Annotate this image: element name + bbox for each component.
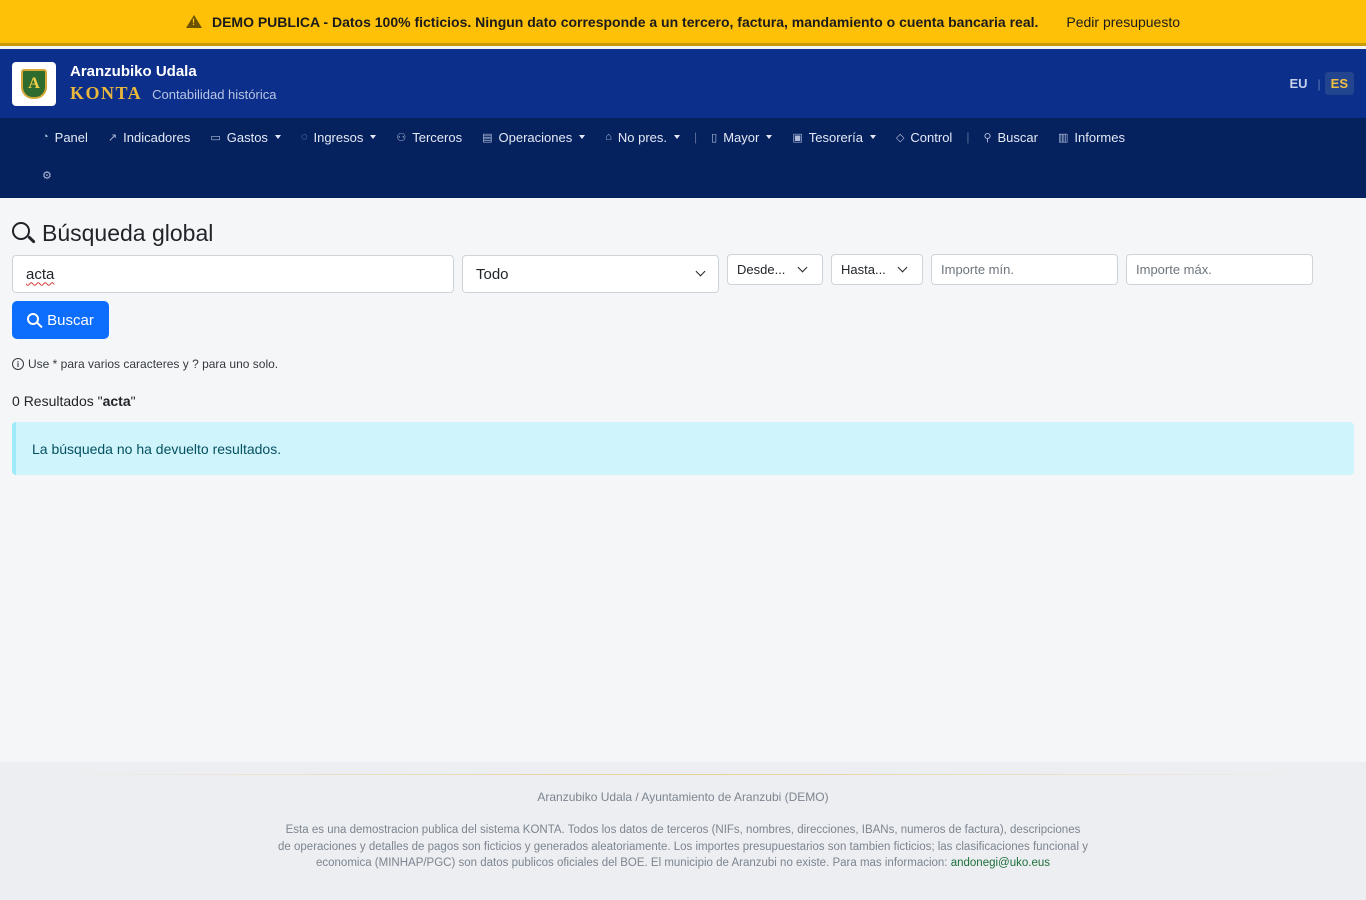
- brand: Aranzubiko Udala KONTA Contabilidad hist…: [70, 63, 276, 104]
- logo[interactable]: A: [12, 61, 56, 106]
- main-nav: ◔ Panel ↗ Indicadores ▭ Gastos ◌ Ingresos ⚇ T…: [0, 118, 1366, 198]
- nav-informes[interactable]: ▥ Informes: [1048, 118, 1135, 156]
- nav-tesoreria[interactable]: ▣ Tesorería: [782, 118, 886, 156]
- search-filters: acta Todo Desde... Hasta... Importe mín.…: [12, 254, 1354, 295]
- journal-icon: ▯: [711, 131, 718, 144]
- search-input-value: acta: [26, 265, 55, 283]
- result-count-label: Resultados: [23, 393, 94, 409]
- scope-select[interactable]: Todo: [462, 255, 719, 293]
- nav-label: Operaciones: [498, 129, 573, 145]
- date-from-value: Desde...: [737, 262, 786, 277]
- app-header: A Aranzubiko Udala KONTA Contabilidad hi…: [0, 49, 1366, 118]
- lang-eu-button[interactable]: EU: [1283, 72, 1313, 95]
- nav-settings[interactable]: ⚙: [32, 156, 68, 194]
- date-to-select[interactable]: Hasta...: [831, 254, 923, 285]
- footer-disclaimer: Esta es una demostracion publica del sis…: [278, 822, 1088, 872]
- page-title-text: Búsqueda global: [42, 219, 214, 246]
- search-icon: ⚲: [983, 131, 992, 144]
- warning-icon: !: [185, 15, 202, 28]
- search-button[interactable]: Buscar: [12, 301, 109, 339]
- demo-banner-message: DEMO PUBLICA - Datos 100% ficticios. Nin…: [211, 13, 1039, 30]
- search-input[interactable]: acta: [12, 255, 454, 293]
- empty-results-alert: La búsqueda no ha devuelto resultados.: [12, 422, 1354, 475]
- search-icon: [27, 312, 43, 328]
- nav-ingresos[interactable]: ◌ Ingresos: [291, 118, 386, 156]
- max-amount-input[interactable]: Importe máx.: [1126, 254, 1313, 285]
- nav-indicadores[interactable]: ↗ Indicadores: [98, 118, 200, 156]
- people-icon: ⚇: [396, 131, 407, 144]
- product-name: KONTA: [70, 83, 143, 103]
- date-to-value: Hasta...: [841, 262, 886, 277]
- search-hint: i Use * para varios caracteres y ? para …: [12, 357, 278, 371]
- gear-icon: ⚙: [42, 169, 52, 182]
- report-icon: ▥: [1057, 131, 1069, 144]
- nav-terceros[interactable]: ⚇ Terceros: [386, 118, 472, 156]
- shield-check-icon: ◇: [895, 131, 905, 144]
- chevron-down-icon: [695, 266, 706, 277]
- nav-mayor[interactable]: ▯ Mayor: [701, 118, 782, 156]
- search-hint-text: Use * para varios caracteres y ? para un…: [28, 357, 279, 371]
- caret-down-icon: [274, 135, 281, 139]
- footer-email-link[interactable]: andonegi@uko.eus: [951, 857, 1050, 869]
- nav-label: Buscar: [997, 129, 1038, 145]
- main-content: Búsqueda global acta Todo Desde... Hasta…: [12, 198, 1354, 475]
- coat-of-arms-icon: A: [21, 68, 47, 99]
- caret-down-icon: [370, 135, 377, 139]
- nav-panel[interactable]: ◔ Panel: [32, 118, 98, 156]
- caret-down-icon: [579, 135, 586, 139]
- chevron-down-icon: [897, 262, 908, 272]
- piggy-bank-icon: ◌: [300, 131, 308, 143]
- chevron-down-icon: [797, 262, 808, 272]
- nav-control[interactable]: ◇ Control: [886, 118, 962, 156]
- nav-separator: |: [694, 130, 698, 144]
- nav-label: Tesorería: [808, 129, 863, 145]
- search-button-label: Buscar: [47, 311, 94, 329]
- nav-separator: |: [966, 130, 970, 144]
- request-quote-link[interactable]: Pedir presupuesto: [1066, 14, 1180, 30]
- nav-buscar[interactable]: ⚲ Buscar: [973, 118, 1048, 156]
- footer-org: Aranzubiko Udala / Ayuntamiento de Aranz…: [537, 790, 829, 804]
- lang-separator: |: [1317, 76, 1321, 91]
- footer: Aranzubiko Udala / Ayuntamiento de Aranz…: [0, 762, 1366, 900]
- chart-line-icon: ↗: [107, 131, 118, 144]
- nav-label: Terceros: [412, 129, 463, 145]
- max-amount-placeholder: Importe máx.: [1136, 262, 1212, 277]
- caret-down-icon: [766, 135, 773, 139]
- result-count: 0 Resultados "acta": [12, 393, 136, 409]
- date-from-select[interactable]: Desde...: [727, 254, 823, 285]
- language-switcher: EU | ES: [1283, 72, 1354, 95]
- nav-label: Indicadores: [123, 129, 191, 145]
- nav-label: Mayor: [723, 129, 760, 145]
- product-subtitle: Contabilidad histórica: [152, 87, 277, 102]
- nav-label: Gastos: [226, 129, 268, 145]
- info-icon: i: [12, 358, 24, 370]
- nav-label: No pres.: [617, 129, 668, 145]
- nav-no-pres[interactable]: ⌂ No pres.: [595, 118, 690, 156]
- bank-icon: ⌂: [605, 131, 612, 143]
- demo-banner: ! DEMO PUBLICA - Datos 100% ficticios. N…: [0, 0, 1366, 46]
- footer-divider: [40, 774, 1326, 775]
- nav-label: Control: [910, 129, 953, 145]
- caret-down-icon: [674, 135, 681, 139]
- result-query: acta: [102, 393, 131, 409]
- result-count-number: 0: [12, 393, 20, 409]
- nav-operaciones[interactable]: ▤ Operaciones: [472, 118, 595, 156]
- list-icon: ▤: [482, 131, 493, 144]
- org-name: Aranzubiko Udala: [70, 63, 197, 80]
- nav-label: Informes: [1074, 129, 1125, 145]
- caret-down-icon: [869, 135, 876, 139]
- nav-gastos[interactable]: ▭ Gastos: [200, 118, 291, 156]
- nav-label: Panel: [54, 129, 88, 145]
- lang-es-button[interactable]: ES: [1324, 72, 1354, 95]
- page-title: Búsqueda global: [12, 218, 1354, 248]
- min-amount-placeholder: Importe mín.: [941, 262, 1014, 277]
- dashboard-icon: ◔: [42, 131, 49, 143]
- nav-label: Ingresos: [313, 129, 364, 145]
- safe-icon: ▣: [792, 131, 803, 144]
- search-icon: [12, 222, 36, 244]
- scope-select-value: Todo: [476, 265, 509, 283]
- wallet-icon: ▭: [210, 131, 221, 144]
- min-amount-input[interactable]: Importe mín.: [931, 254, 1118, 285]
- empty-results-message: La búsqueda no ha devuelto resultados.: [32, 440, 282, 457]
